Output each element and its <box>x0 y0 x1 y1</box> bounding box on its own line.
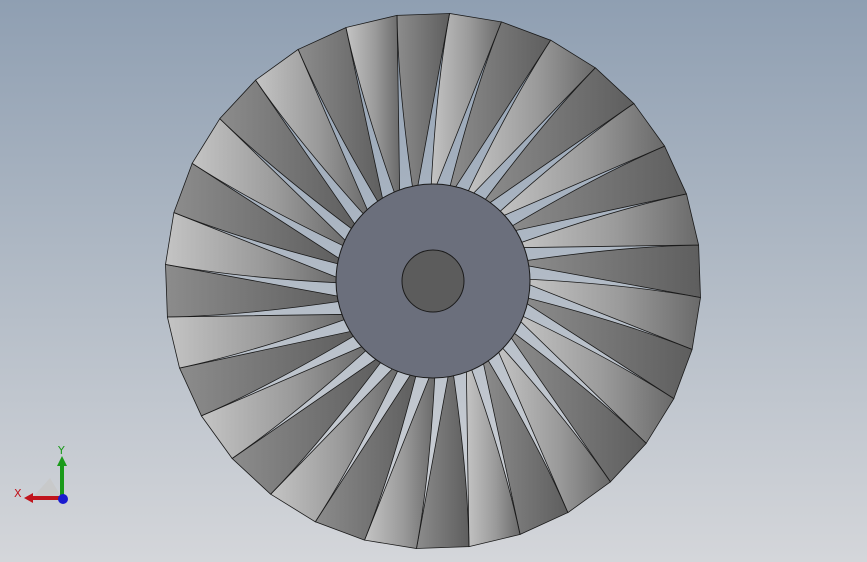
graphics-viewport[interactable]: Y X <box>0 0 867 562</box>
z-axis-dot-icon <box>58 494 68 504</box>
orientation-triad: Y X <box>14 444 68 504</box>
rotor-bore <box>401 249 465 313</box>
y-axis-label: Y <box>57 444 65 457</box>
turbine-rotor-model[interactable] <box>0 0 867 562</box>
triad-plane-shape <box>32 478 62 498</box>
y-axis-arrow-icon <box>57 456 67 466</box>
x-axis-arrow-icon <box>24 493 33 503</box>
x-axis-label: X <box>14 487 22 500</box>
